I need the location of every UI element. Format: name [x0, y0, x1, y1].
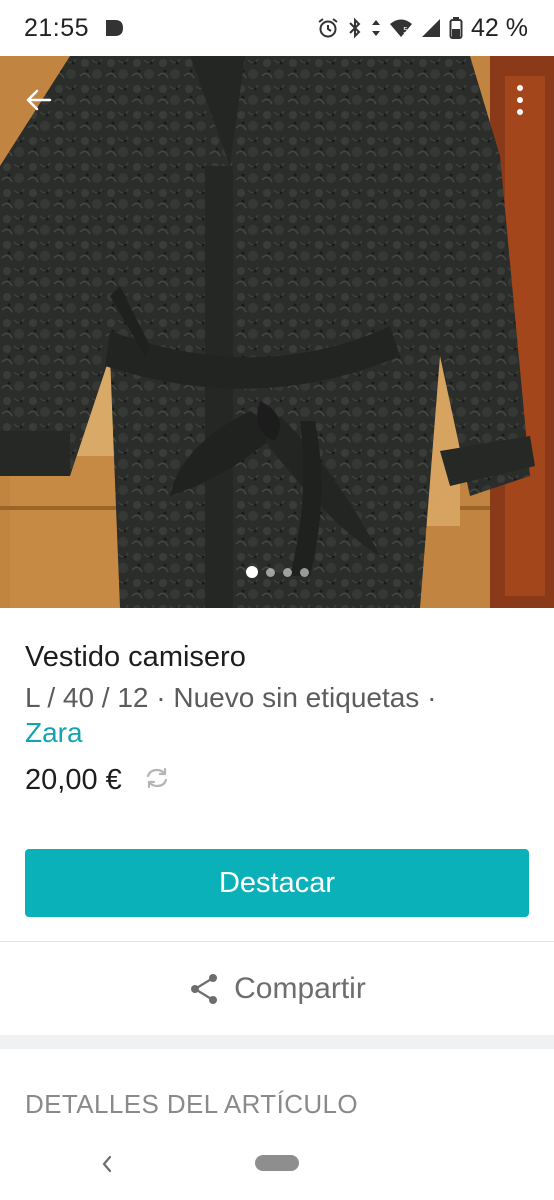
battery-icon	[449, 16, 463, 40]
gallery-dot-active[interactable]	[245, 566, 258, 578]
price-row: 20,00 €	[25, 763, 529, 797]
more-vert-icon	[517, 85, 523, 115]
item-meta: L / 40 / 12 · Nuevo sin etiquetas ·	[25, 682, 437, 713]
back-arrow-icon	[26, 89, 52, 111]
notification-icon	[103, 17, 125, 39]
nav-back-button[interactable]	[92, 1149, 122, 1179]
swap-icon	[144, 767, 170, 789]
destacar-button[interactable]: Destacar	[25, 849, 529, 917]
battery-percentage: 42 %	[471, 13, 528, 42]
data-arrows-icon	[371, 17, 381, 39]
system-nav-bar	[0, 1135, 554, 1200]
chevron-left-icon	[102, 1155, 112, 1173]
gallery-dot[interactable]	[299, 567, 309, 577]
nav-home-pill[interactable]	[255, 1155, 299, 1171]
gallery-dot[interactable]	[282, 567, 292, 577]
signal-icon	[421, 17, 441, 39]
item-brand-link[interactable]: Zara	[25, 716, 529, 750]
status-time: 21:55	[24, 13, 90, 42]
item-photo-gallery[interactable]	[0, 56, 554, 608]
item-title: Vestido camisero	[25, 641, 246, 673]
item-price: 20,00 €	[25, 764, 122, 796]
item-photo	[0, 56, 554, 608]
status-bar: 21:55 5 42 %	[0, 0, 554, 56]
gallery-dot[interactable]	[265, 567, 275, 577]
back-button[interactable]	[18, 80, 58, 120]
section-separator	[0, 1035, 554, 1049]
svg-text:5: 5	[403, 26, 408, 35]
more-options-button[interactable]	[506, 78, 534, 122]
item-info: Vestido camisero L / 40 / 12 · Nuevo sin…	[0, 608, 554, 797]
bluetooth-icon	[347, 17, 363, 39]
details-section-title: DETALLES DEL ARTÍCULO	[25, 1089, 359, 1119]
share-label: Compartir	[234, 971, 366, 1005]
wifi-icon: 5	[389, 17, 413, 39]
share-button[interactable]: Compartir	[0, 942, 554, 1035]
share-icon	[191, 973, 218, 1004]
gallery-pagination	[0, 566, 554, 578]
alarm-icon	[317, 17, 339, 39]
